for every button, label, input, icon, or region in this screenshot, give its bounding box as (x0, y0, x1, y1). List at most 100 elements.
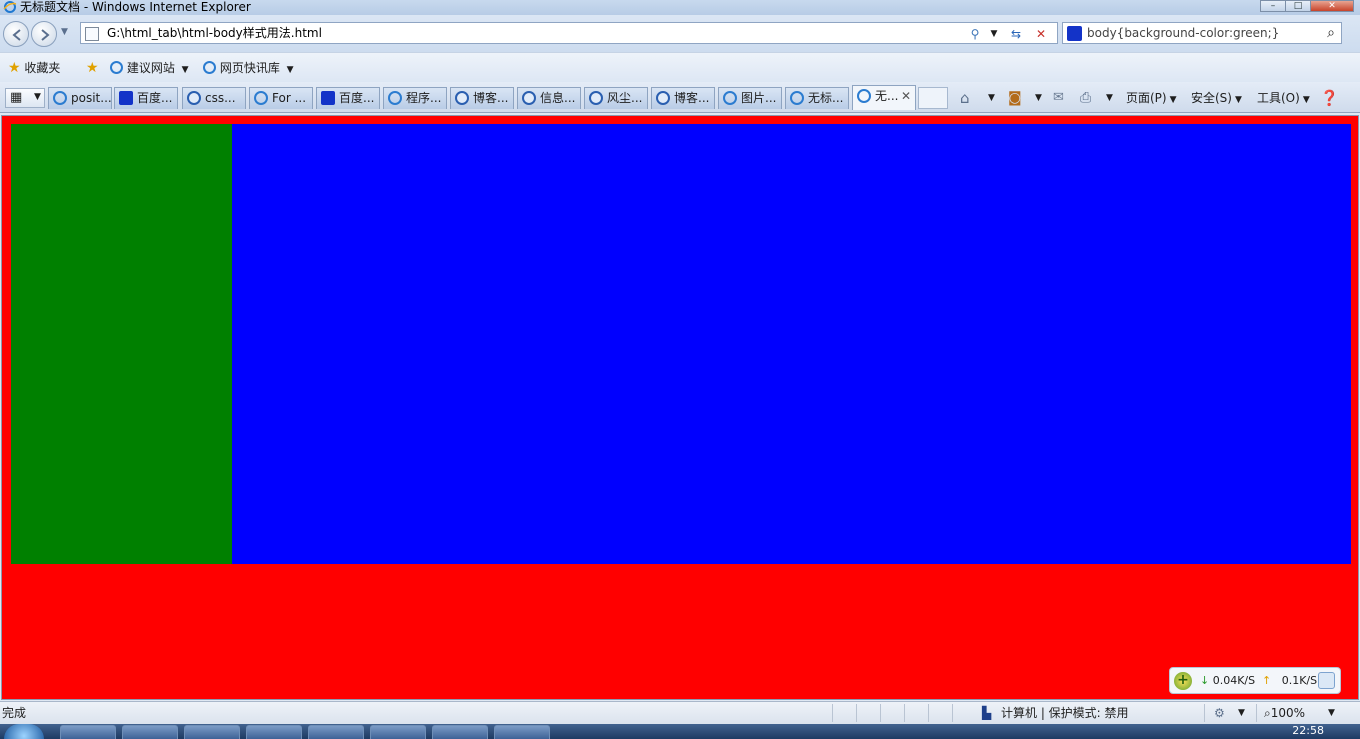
chevron-down-icon[interactable]: ▼ (1106, 89, 1113, 107)
tab-8[interactable]: 信息... (517, 87, 581, 109)
tab-7[interactable]: 博客... (450, 87, 514, 109)
blog-icon (455, 91, 469, 105)
address-dropdown-icon[interactable]: ▼ (987, 26, 1001, 42)
back-button[interactable] (3, 21, 29, 47)
tab-label: 无标... (808, 91, 844, 105)
tab-9[interactable]: 风尘... (584, 87, 648, 109)
mail-icon[interactable]: ✉ (1053, 89, 1064, 107)
title-bar: 无标题文档 - Windows Internet Explorer – □ ✕ (0, 0, 1360, 15)
page-body-red: + ↓ 0.04K/S ↑ 0.1K/S (1, 115, 1359, 700)
taskbar-app-button[interactable] (184, 725, 240, 739)
maximize-button[interactable]: □ (1285, 0, 1311, 12)
zoom-level: 100% (1270, 706, 1306, 720)
search-input-text[interactable]: body{background-color:green;} (1087, 26, 1279, 40)
start-button[interactable] (4, 724, 44, 739)
ie-icon (110, 61, 123, 74)
suggested-sites-link[interactable]: 建议网站 ▼ (110, 60, 189, 76)
taskbar-firefox-button[interactable] (494, 725, 550, 739)
chevron-down-icon[interactable]: ▼ (1238, 706, 1245, 720)
suggested-sites-label: 建议网站 (126, 61, 175, 75)
minimize-button[interactable]: – (1260, 0, 1286, 12)
search-box[interactable]: body{background-color:green;} ⌕ (1062, 22, 1342, 44)
ie-icon (254, 91, 268, 105)
search-icon[interactable]: ⌕ (1327, 25, 1335, 41)
baidu-paw-icon (1067, 26, 1082, 41)
chevron-down-icon[interactable]: ▼ (988, 89, 995, 107)
tab-12[interactable]: 无标... (785, 87, 849, 109)
status-divider (952, 704, 953, 722)
navigation-bar: ▼ G:\html_tab\html-body样式用法.html ⚲ ▼ ⇆ ✕… (0, 15, 1360, 52)
accelerator-plus-icon: + (1174, 672, 1192, 690)
windows-taskbar: 22:58 (0, 724, 1360, 739)
safety-menu[interactable]: 安全(S) ▼ (1191, 89, 1242, 107)
security-zone[interactable]: 计算机 | 保护模式: 禁用 (1001, 706, 1129, 720)
favorites-bar: ★ 收藏夹 ★ 建议网站 ▼ 网页快讯库 ▼ (0, 52, 1360, 82)
status-divider (1204, 704, 1205, 722)
tab-5[interactable]: 百度... (316, 87, 380, 109)
status-divider (880, 704, 881, 722)
tab-label: css... (205, 91, 236, 105)
chevron-down-icon[interactable]: ▼ (1035, 89, 1042, 107)
tab-4[interactable]: For ... (249, 87, 313, 109)
address-bar[interactable]: G:\html_tab\html-body样式用法.html ⚲ ▼ ⇆ ✕ (80, 22, 1058, 44)
rss-feed-icon[interactable]: ◙ (1008, 89, 1022, 107)
tab-13-active[interactable]: 无... ✕ (852, 85, 916, 110)
taskbar-app-button[interactable] (246, 725, 302, 739)
compatibility-view-icon[interactable]: ⚲ (967, 26, 983, 42)
chevron-down-icon: ▼ (1302, 95, 1310, 105)
taskbar-app-button[interactable] (122, 725, 178, 739)
ie-logo-icon (3, 1, 17, 13)
tools-menu[interactable]: 工具(O) ▼ (1257, 89, 1310, 107)
close-window-button[interactable]: ✕ (1310, 0, 1354, 12)
forward-button[interactable] (31, 21, 57, 47)
print-icon[interactable]: ⎙ (1080, 89, 1091, 107)
blog-icon (656, 91, 670, 105)
chevron-down-icon[interactable]: ▼ (1328, 706, 1335, 720)
tab-1[interactable]: posit... (48, 87, 112, 109)
status-divider (1256, 704, 1257, 722)
ie-mini-icon[interactable] (1318, 672, 1335, 689)
upload-speed: ↑ 0.1K/S (1262, 674, 1317, 687)
tab-10[interactable]: 博客... (651, 87, 715, 109)
upload-speed-value: 0.1K/S (1281, 674, 1318, 687)
web-slice-gallery-link[interactable]: 网页快讯库 ▼ (203, 60, 294, 76)
ie-icon (723, 91, 737, 105)
network-speed-widget[interactable]: + ↓ 0.04K/S ↑ 0.1K/S (1169, 667, 1341, 694)
ie-icon (857, 89, 871, 103)
status-text: 完成 (2, 706, 27, 720)
taskbar-explorer-button[interactable] (60, 725, 116, 739)
window-title: 无标题文档 - Windows Internet Explorer (20, 0, 251, 14)
tools-menu-label: 工具(O) (1257, 91, 1300, 105)
recent-pages-dropdown-icon[interactable]: ▼ (61, 27, 68, 37)
favorites-button[interactable]: ★ 收藏夹 (8, 60, 60, 76)
taskbar-app-button[interactable] (432, 725, 488, 739)
chevron-down-icon: ▼ (1234, 95, 1242, 105)
quick-tabs-button[interactable]: ▦ ▼ (5, 88, 45, 108)
tab-11[interactable]: 图片... (718, 87, 782, 109)
help-icon[interactable]: ❓ (1320, 89, 1339, 107)
add-favorite-icon: ★ (86, 60, 99, 76)
taskbar-clock[interactable]: 22:58 (1292, 725, 1324, 737)
blog-icon (187, 91, 201, 105)
home-icon[interactable]: ⌂ (960, 89, 970, 107)
refresh-icon[interactable]: ⇆ (1007, 26, 1025, 42)
zoom-control[interactable]: ⌕100% (1264, 706, 1305, 720)
tab-3[interactable]: css... (182, 87, 246, 109)
favorites-star-icon: ★ (8, 60, 21, 76)
ie-icon (388, 91, 402, 105)
tab-6[interactable]: 程序... (383, 87, 447, 109)
taskbar-ie-button[interactable] (370, 725, 426, 739)
ie-icon (203, 61, 216, 74)
popup-blocker-icon[interactable]: ⚙ (1214, 706, 1225, 720)
chevron-down-icon: ▼ (286, 65, 294, 75)
new-tab-button[interactable] (918, 87, 948, 109)
tab-2[interactable]: 百度... (114, 87, 178, 109)
add-favorite-button[interactable]: ★ (86, 60, 99, 76)
close-tab-icon[interactable]: ✕ (901, 86, 911, 106)
address-url[interactable]: G:\html_tab\html-body样式用法.html (107, 26, 322, 40)
chevron-down-icon: ▼ (1169, 95, 1177, 105)
taskbar-app-button[interactable] (308, 725, 364, 739)
stop-icon[interactable]: ✕ (1033, 26, 1049, 42)
page-menu[interactable]: 页面(P) ▼ (1126, 89, 1177, 107)
baidu-paw-icon (119, 91, 133, 105)
